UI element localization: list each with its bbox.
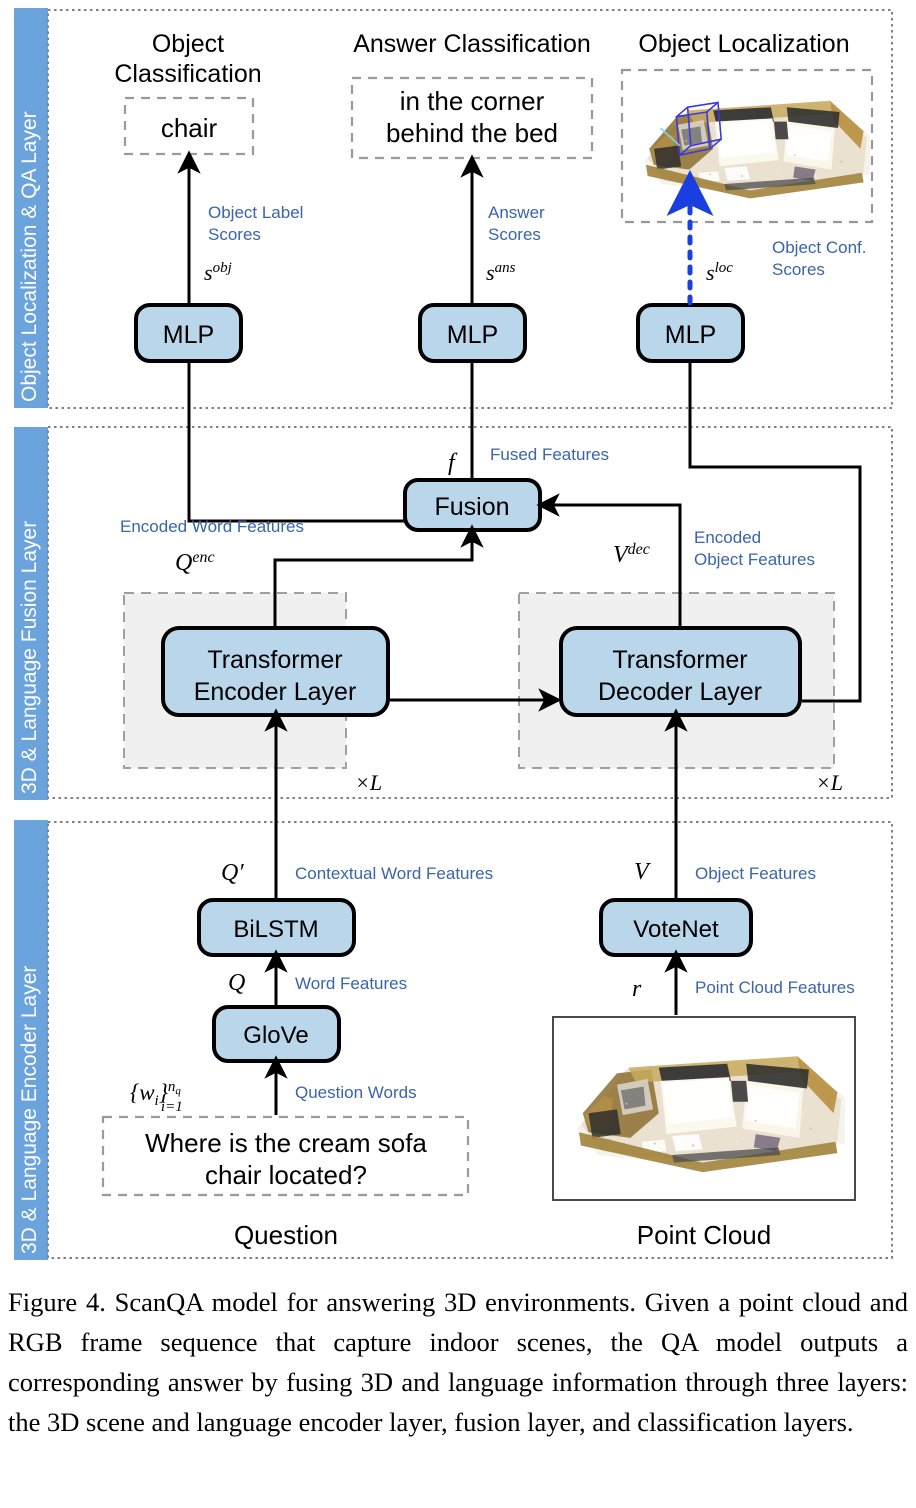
answer-scores-line2: Scores bbox=[488, 225, 541, 244]
object-conf-scores-line1: Object Conf. bbox=[772, 238, 867, 257]
decoder-repeat-label: ×L bbox=[816, 770, 843, 795]
mlp-node-answer: MLP bbox=[418, 303, 527, 363]
object-localization-title: Object Localization bbox=[638, 30, 849, 58]
symbol-q-prime: Q′ bbox=[221, 860, 244, 886]
layer-band-top-label: Object Localization & QA Layer bbox=[18, 111, 41, 402]
symbol-q-enc: Qenc bbox=[175, 549, 215, 576]
bilstm-node: BiLSTM bbox=[197, 898, 356, 957]
layer-band-top: Object Localization & QA Layer bbox=[14, 8, 48, 408]
symbol-s-ans: sans bbox=[486, 260, 516, 285]
bilstm-node-label: BiLSTM bbox=[233, 916, 318, 943]
question-text-line2: chair located? bbox=[205, 1160, 367, 1190]
answer-scores-line1: Answer bbox=[488, 203, 545, 222]
localization-point-cloud-image bbox=[644, 100, 870, 199]
figure-caption: Figure 4. ScanQA model for answering 3D … bbox=[8, 1287, 908, 1437]
symbol-s-loc: sloc bbox=[706, 260, 733, 285]
object-label-scores-line2: Scores bbox=[208, 225, 261, 244]
object-label-scores-line1: Object Label bbox=[208, 203, 303, 222]
symbol-s-obj: sobj bbox=[204, 260, 232, 285]
layer-band-bottom-label: 3D & Language Encoder Layer bbox=[18, 966, 41, 1254]
object-features-label: Object Features bbox=[695, 864, 816, 883]
point-cloud-features-label: Point Cloud Features bbox=[695, 978, 855, 997]
fused-features-label: Fused Features bbox=[490, 445, 609, 464]
transformer-encoder-label-line1: Transformer bbox=[207, 646, 342, 674]
answer-classification-title: Answer Classification bbox=[353, 30, 591, 58]
mlp-node-object: MLP bbox=[134, 303, 243, 363]
question-text-line1: Where is the cream sofa bbox=[145, 1128, 427, 1158]
symbol-r: r bbox=[632, 976, 642, 1002]
votenet-node-label: VoteNet bbox=[633, 916, 719, 943]
glove-node: GloVe bbox=[212, 1005, 341, 1063]
encoded-word-features-label: Encoded Word Features bbox=[120, 517, 304, 536]
encoded-object-features-line2: Object Features bbox=[694, 550, 815, 569]
transformer-decoder-label-line1: Transformer bbox=[612, 646, 747, 674]
symbol-question-words: {wi}nq i=1 bbox=[130, 1079, 183, 1115]
word-features-label: Word Features bbox=[295, 974, 407, 993]
glove-node-label: GloVe bbox=[243, 1022, 308, 1049]
scanqa-architecture-diagram: Object Localization & QA Layer 3D & Lang… bbox=[14, 8, 893, 1260]
transformer-decoder-node: Transformer Decoder Layer bbox=[559, 626, 802, 717]
encoder-repeat-label: ×L bbox=[355, 770, 382, 795]
line-fusion-to-mlp-object bbox=[187, 363, 405, 523]
question-words-label: Question Words bbox=[295, 1083, 417, 1102]
figure-root: Object Localization & QA Layer 3D & Lang… bbox=[0, 0, 916, 1508]
object-classification-output-text: chair bbox=[161, 113, 218, 143]
answer-output-line1: in the corner bbox=[400, 86, 545, 116]
layer-band-middle: 3D & Language Fusion Layer bbox=[14, 427, 48, 800]
transformer-decoder-label-line2: Decoder Layer bbox=[598, 678, 762, 706]
mlp-node-localization: MLP bbox=[636, 303, 745, 363]
votenet-node: VoteNet bbox=[599, 898, 753, 957]
mlp-node-object-label: MLP bbox=[163, 321, 214, 349]
object-classification-title-line1: Object bbox=[152, 30, 224, 58]
encoded-object-features-line1: Encoded bbox=[694, 528, 761, 547]
point-cloud-input-image bbox=[577, 1056, 845, 1173]
object-classification-title-line2: Classification bbox=[114, 60, 261, 88]
mlp-node-localization-label: MLP bbox=[665, 321, 716, 349]
answer-output-line2: behind the bed bbox=[386, 118, 558, 148]
question-caption: Question bbox=[234, 1220, 338, 1250]
contextual-word-features-label: Contextual Word Features bbox=[295, 864, 493, 883]
symbol-q: Q bbox=[228, 970, 245, 996]
fusion-node-label: Fusion bbox=[434, 493, 509, 521]
symbol-v-dec: Vdec bbox=[613, 541, 650, 568]
object-conf-scores-line2: Scores bbox=[772, 260, 825, 279]
mlp-node-answer-label: MLP bbox=[447, 321, 498, 349]
symbol-v: V bbox=[634, 859, 651, 885]
fusion-node: Fusion bbox=[403, 478, 542, 532]
layer-band-middle-label: 3D & Language Fusion Layer bbox=[18, 521, 41, 794]
point-cloud-caption: Point Cloud bbox=[637, 1220, 771, 1250]
symbol-f: f bbox=[448, 450, 458, 476]
transformer-encoder-node: Transformer Encoder Layer bbox=[161, 626, 390, 717]
layer-band-bottom: 3D & Language Encoder Layer bbox=[14, 820, 48, 1260]
transformer-encoder-label-line2: Encoder Layer bbox=[194, 678, 357, 706]
